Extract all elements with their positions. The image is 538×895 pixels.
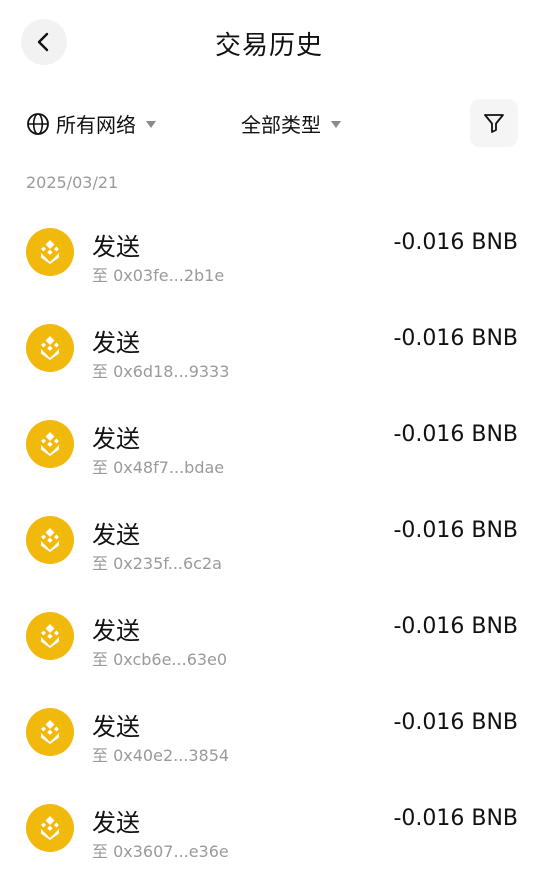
transaction-row[interactable]: 发送 至 0x40e2...3854 -0.016 BNB xyxy=(0,690,538,786)
caret-down-icon xyxy=(331,121,341,128)
caret-down-icon xyxy=(146,121,156,128)
bnb-coin-icon xyxy=(26,324,74,372)
transaction-recipient: 至 0xcb6e...63e0 xyxy=(92,650,228,669)
transaction-type: 发送 xyxy=(92,521,140,549)
transaction-recipient: 至 0x3607...e36e xyxy=(92,842,229,861)
header: 交易历史 xyxy=(0,0,538,84)
network-filter-label: 所有网络 xyxy=(56,113,136,137)
bnb-coin-icon xyxy=(26,708,74,756)
bnb-coin-icon xyxy=(26,516,74,564)
transaction-recipient: 至 0x6d18...9333 xyxy=(92,362,230,381)
transaction-row[interactable]: 发送 至 0x235f...6c2a -0.016 BNB xyxy=(0,498,538,594)
transaction-type: 发送 xyxy=(92,713,140,741)
bnb-coin-icon xyxy=(26,228,74,276)
transaction-type: 发送 xyxy=(92,425,140,453)
bnb-coin-icon xyxy=(26,804,74,852)
transaction-type: 发送 xyxy=(92,617,140,645)
transaction-row[interactable]: 发送 至 0xcb6e...63e0 -0.016 BNB xyxy=(0,594,538,690)
transaction-amount: -0.016 BNB xyxy=(393,518,518,543)
transaction-recipient: 至 0x235f...6c2a xyxy=(92,554,222,573)
network-filter-dropdown[interactable]: 所有网络 xyxy=(26,109,156,138)
transaction-type: 发送 xyxy=(92,233,140,261)
globe-icon xyxy=(27,112,49,135)
transaction-list: 发送 至 0x03fe...2b1e -0.016 BNB 发送 至 0x6d1… xyxy=(0,210,538,882)
transaction-amount: -0.016 BNB xyxy=(393,614,518,639)
transaction-recipient: 至 0x48f7...bdae xyxy=(92,458,225,477)
transaction-row[interactable]: 发送 至 0x03fe...2b1e -0.016 BNB xyxy=(0,210,538,306)
transaction-recipient: 至 0x40e2...3854 xyxy=(92,746,230,765)
bnb-coin-icon xyxy=(26,420,74,468)
transaction-row[interactable]: 发送 至 0x3607...e36e -0.016 BNB xyxy=(0,786,538,882)
type-filter-label: 全部类型 xyxy=(241,113,321,137)
filter-bar: 所有网络 全部类型 xyxy=(0,98,538,148)
transaction-recipient: 至 0x03fe...2b1e xyxy=(92,266,225,285)
transaction-type: 发送 xyxy=(92,329,140,357)
transaction-amount: -0.016 BNB xyxy=(393,230,518,255)
page-title: 交易历史 xyxy=(214,31,323,61)
transaction-amount: -0.016 BNB xyxy=(393,806,518,831)
funnel-icon xyxy=(484,114,504,133)
type-filter-dropdown[interactable]: 全部类型 xyxy=(241,109,341,138)
bnb-coin-icon xyxy=(26,612,74,660)
date-section-label: 2025/03/21 xyxy=(26,173,119,192)
transaction-amount: -0.016 BNB xyxy=(393,422,518,447)
transaction-amount: -0.016 BNB xyxy=(393,326,518,351)
filter-button[interactable] xyxy=(470,99,518,147)
transaction-row[interactable]: 发送 至 0x48f7...bdae -0.016 BNB xyxy=(0,402,538,498)
transaction-amount: -0.016 BNB xyxy=(393,710,518,735)
transaction-row[interactable]: 发送 至 0x6d18...9333 -0.016 BNB xyxy=(0,306,538,402)
transaction-type: 发送 xyxy=(92,809,140,837)
